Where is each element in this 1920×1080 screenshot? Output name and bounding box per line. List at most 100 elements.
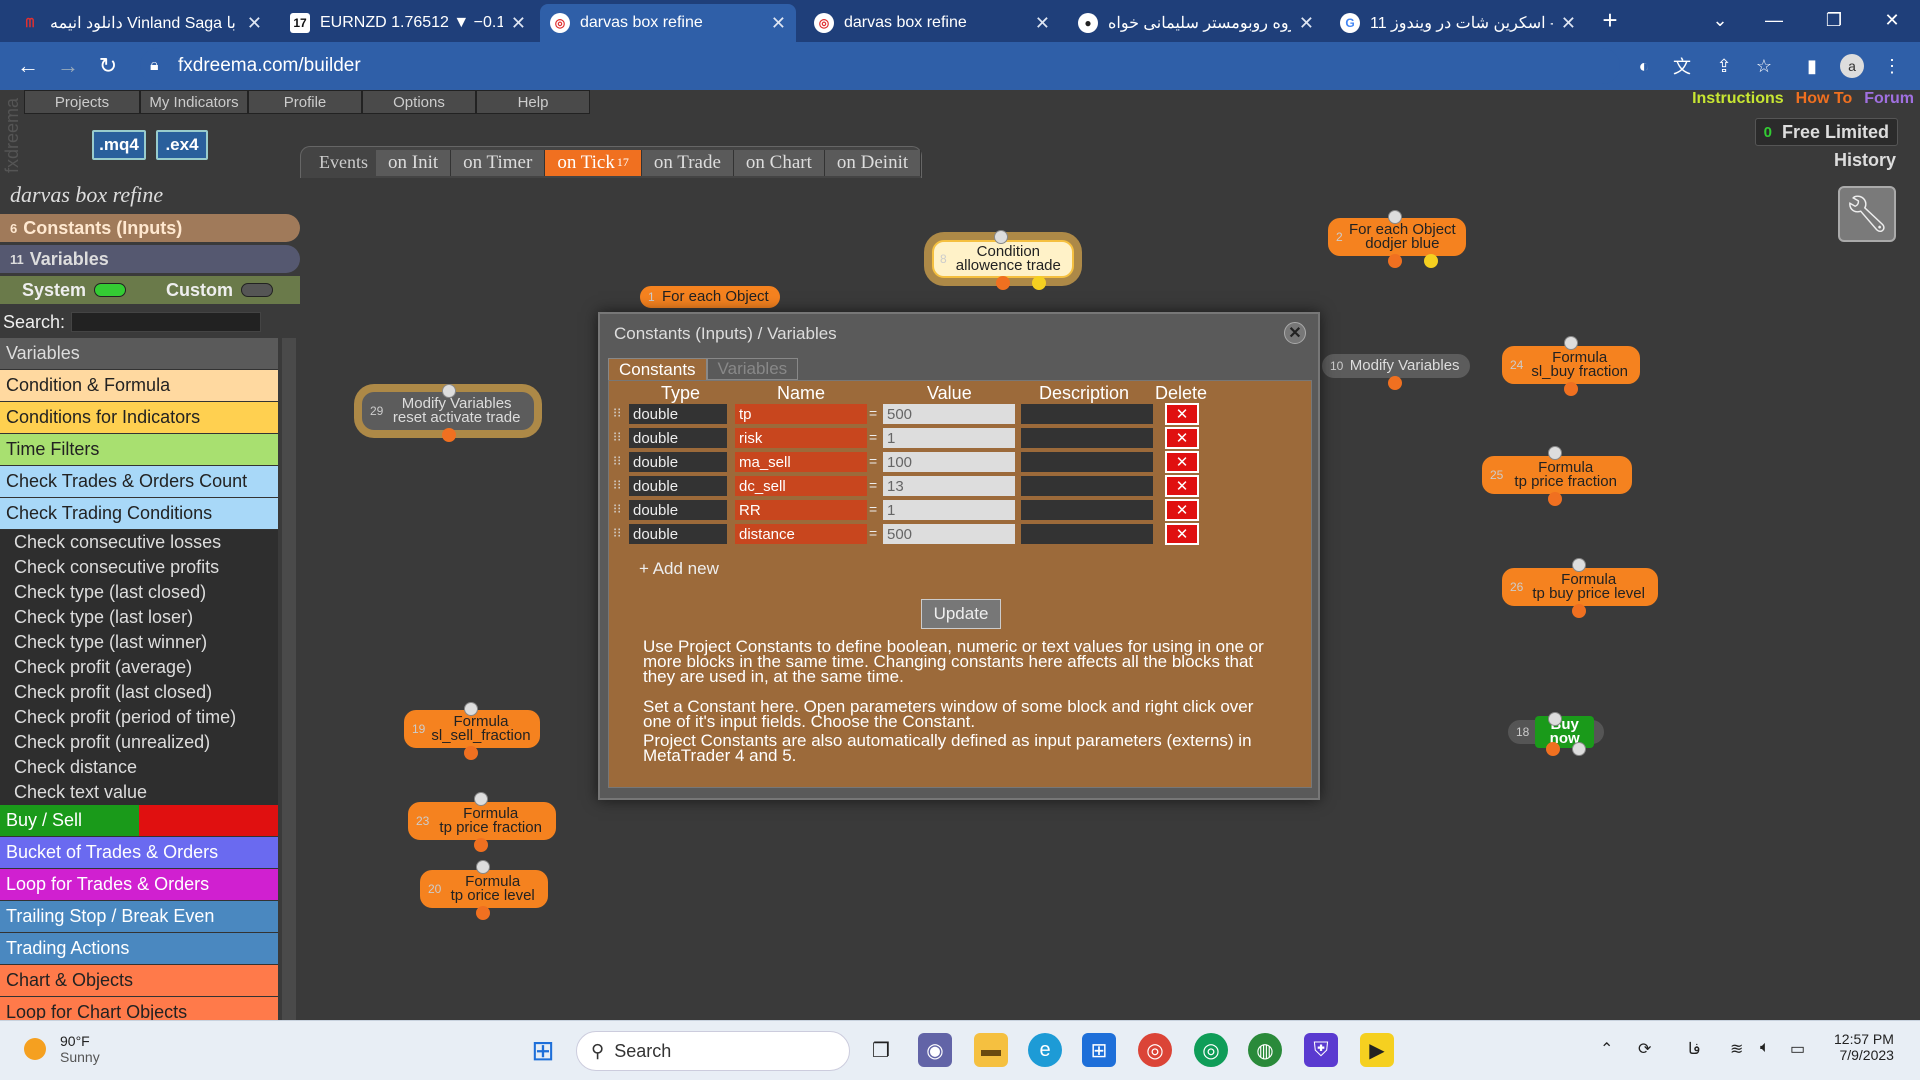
block-output-dot[interactable] xyxy=(474,838,488,852)
category-bucket-trades[interactable]: Bucket of Trades & Orders xyxy=(0,837,278,869)
chrome-icon[interactable]: ◎ xyxy=(1138,1033,1172,1067)
block-input-dot[interactable] xyxy=(1388,210,1402,224)
drag-handle-icon[interactable]: ⁝⁝ xyxy=(613,501,621,517)
category-time-filters[interactable]: Time Filters xyxy=(0,434,278,466)
value-field[interactable]: 100 xyxy=(883,452,1015,472)
delete-button[interactable]: ✕ xyxy=(1165,427,1199,449)
category-variables[interactable]: Variables xyxy=(0,338,278,370)
drag-handle-icon[interactable]: ⁝⁝ xyxy=(613,453,621,469)
block-output-dot[interactable] xyxy=(1548,492,1562,506)
search-input[interactable] xyxy=(71,312,262,332)
plan-badge[interactable]: 0 Free Limited xyxy=(1754,118,1898,146)
block-output-dot[interactable] xyxy=(1424,254,1438,268)
menu-help[interactable]: Help xyxy=(476,90,590,114)
block-input-dot[interactable] xyxy=(994,230,1008,244)
value-field[interactable]: 500 xyxy=(883,524,1015,544)
window-close-icon[interactable]: ✕ xyxy=(1862,0,1920,40)
constants-header[interactable]: 6 Constants (Inputs) xyxy=(0,214,300,242)
value-field[interactable]: 1 xyxy=(883,500,1015,520)
name-field[interactable]: ma_sell xyxy=(735,452,867,472)
category-chart-objects[interactable]: Chart & Objects xyxy=(0,965,278,997)
block-20[interactable]: 20 Formula tp orice level xyxy=(420,870,548,908)
tab-on-deinit[interactable]: on Deinit xyxy=(824,149,922,176)
close-icon[interactable]: ✕ xyxy=(771,13,786,34)
block-output-dot[interactable] xyxy=(1032,276,1046,290)
tab-on-tick[interactable]: on Tick 17 xyxy=(545,149,642,176)
name-field[interactable]: RR xyxy=(735,500,867,520)
type-select[interactable]: double xyxy=(629,404,727,424)
history-link[interactable]: History xyxy=(1834,150,1896,171)
input-language[interactable]: فا xyxy=(1688,1039,1701,1059)
drag-handle-icon[interactable]: ⁝⁝ xyxy=(613,477,621,493)
type-select[interactable]: double xyxy=(629,500,727,520)
block-output-dot[interactable] xyxy=(1546,742,1560,756)
name-field[interactable]: dc_sell xyxy=(735,476,867,496)
block-23[interactable]: 23 Formula tp price fraction xyxy=(408,802,556,840)
block-1[interactable]: 1 For each Object xyxy=(640,286,780,308)
chrome-profile-icon[interactable]: ◎ xyxy=(1194,1033,1228,1067)
how-to-link[interactable]: How To xyxy=(1796,90,1853,108)
name-field[interactable]: distance xyxy=(735,524,867,544)
value-field[interactable]: 500 xyxy=(883,404,1015,424)
tab-5[interactable]: G اسکرین شات در ویندوز 11 - ✕ xyxy=(1330,4,1586,42)
teams-chat-icon[interactable]: ◉ xyxy=(918,1033,952,1067)
block-input-dot[interactable] xyxy=(1548,712,1562,726)
list-item[interactable]: Check type (last closed) xyxy=(0,580,278,605)
variables-header[interactable]: 11 Variables xyxy=(0,245,300,273)
drag-handle-icon[interactable]: ⁝⁝ xyxy=(613,429,621,445)
edge-icon[interactable]: e xyxy=(1028,1033,1062,1067)
restore-icon[interactable]: ❐ xyxy=(1804,0,1864,40)
close-icon[interactable]: ✕ xyxy=(1035,13,1050,34)
tab-2[interactable]: ◎ darvas box refine ✕ xyxy=(540,4,796,42)
close-icon[interactable]: ✕ xyxy=(511,13,526,34)
block-output-dot[interactable] xyxy=(1564,382,1578,396)
category-condition-formula[interactable]: Condition & Formula xyxy=(0,370,278,402)
task-view-icon[interactable]: ❐ xyxy=(864,1033,898,1067)
reload-icon[interactable]: ↻ xyxy=(92,50,124,82)
category-check-trades-count[interactable]: Check Trades & Orders Count xyxy=(0,466,278,498)
block-input-dot[interactable] xyxy=(1548,446,1562,460)
name-field[interactable]: tp xyxy=(735,404,867,424)
close-icon[interactable]: ✕ xyxy=(1561,13,1576,34)
description-field[interactable] xyxy=(1021,404,1153,424)
store-icon[interactable]: ⊞ xyxy=(1082,1033,1116,1067)
instructions-link[interactable]: Instructions xyxy=(1692,90,1784,108)
custom-toggle[interactable] xyxy=(241,283,274,297)
tab-constants[interactable]: Constants xyxy=(608,358,707,380)
file-explorer-icon[interactable]: ▬ xyxy=(974,1033,1008,1067)
block-24[interactable]: 24 Formula sl_buy fraction xyxy=(1502,346,1640,384)
browser-menu-icon[interactable]: ⋮ xyxy=(1880,54,1904,78)
block-26[interactable]: 26 Formula tp buy price level xyxy=(1502,568,1658,606)
block-output-dot[interactable] xyxy=(1388,376,1402,390)
block-output-dot[interactable] xyxy=(1572,604,1586,618)
list-item[interactable]: Check profit (last closed) xyxy=(0,680,278,705)
menu-projects[interactable]: Projects xyxy=(24,90,140,114)
close-icon[interactable]: ✕ xyxy=(247,13,262,34)
list-item[interactable]: Check consecutive profits xyxy=(0,555,278,580)
description-field[interactable] xyxy=(1021,524,1153,544)
delete-button[interactable]: ✕ xyxy=(1165,475,1199,497)
category-buy-sell[interactable]: Buy / Sell xyxy=(0,805,278,837)
menu-my-indicators[interactable]: My Indicators xyxy=(140,90,248,114)
block-output-dot[interactable] xyxy=(1572,742,1586,756)
description-field[interactable] xyxy=(1021,428,1153,448)
list-item[interactable]: Check distance xyxy=(0,755,278,780)
menu-options[interactable]: Options xyxy=(362,90,476,114)
delete-button[interactable]: ✕ xyxy=(1165,523,1199,545)
minimize-icon[interactable]: — xyxy=(1744,0,1804,40)
chevron-up-icon[interactable]: ⌃ xyxy=(1600,1039,1613,1059)
bookmark-star-icon[interactable]: ☆ xyxy=(1752,54,1776,78)
delete-button[interactable]: ✕ xyxy=(1165,499,1199,521)
download-ex4-button[interactable]: .ex4 xyxy=(156,130,208,160)
block-10[interactable]: 10 Modify Variables xyxy=(1322,354,1470,378)
category-trading-actions[interactable]: Trading Actions xyxy=(0,933,278,965)
tab-on-trade[interactable]: on Trade xyxy=(641,149,734,176)
block-output-dot[interactable] xyxy=(476,906,490,920)
type-select[interactable]: double xyxy=(629,476,727,496)
windows-start-icon[interactable]: ⊞ xyxy=(526,1033,560,1067)
list-item[interactable]: Check text value xyxy=(0,780,278,805)
forum-link[interactable]: Forum xyxy=(1864,90,1914,108)
block-25[interactable]: 25 Formula tp price fraction xyxy=(1482,456,1632,494)
name-field[interactable]: risk xyxy=(735,428,867,448)
block-input-dot[interactable] xyxy=(1572,558,1586,572)
